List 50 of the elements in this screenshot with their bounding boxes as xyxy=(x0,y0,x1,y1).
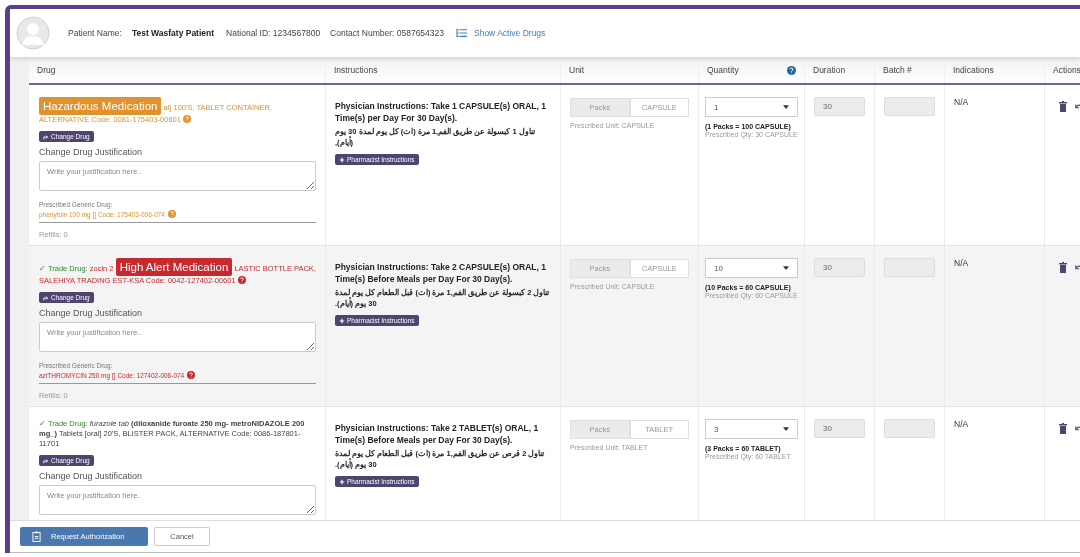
indications-text: N/A xyxy=(954,97,969,107)
patient-name-label: Patient Name: xyxy=(68,28,122,38)
avatar-icon xyxy=(16,16,50,50)
batch-field[interactable] xyxy=(884,97,935,116)
help-icon[interactable] xyxy=(787,65,796,75)
duration-field[interactable]: 30 xyxy=(814,419,865,438)
swap-arrow-icon xyxy=(43,294,49,301)
trash-icon[interactable] xyxy=(1059,423,1067,434)
justification-label: Change Drug Justification xyxy=(39,308,143,318)
patient-name: Test Wasfaty Patient xyxy=(131,28,215,38)
column-header: Batch # xyxy=(875,57,945,83)
trash-icon[interactable] xyxy=(1059,101,1067,112)
column-header: Unit xyxy=(561,57,699,83)
swap-arrow-icon xyxy=(43,457,49,464)
alert-badge: Hazardous Medication xyxy=(39,97,162,115)
duration-field[interactable]: 30 xyxy=(814,97,865,116)
help-icon[interactable] xyxy=(187,371,196,379)
duration-field[interactable]: 30 xyxy=(814,258,865,277)
plus-icon xyxy=(339,156,345,163)
contact-number: Contact Number: 0587654323 xyxy=(330,28,444,38)
plus-icon xyxy=(339,478,345,485)
column-header: Duration xyxy=(805,57,875,83)
alert-badge: High Alert Medication xyxy=(115,258,233,276)
caret-icon xyxy=(783,266,789,270)
caret-icon xyxy=(783,105,789,109)
physician-instructions: Physician Instructions: Take 2 TABLET(s) ORAL, 1 Time(s) Before Meals per Day For 30 Day(s). xyxy=(335,422,540,446)
help-icon[interactable] xyxy=(237,276,246,284)
column-header: Drug xyxy=(29,57,326,83)
list-icon[interactable] xyxy=(456,28,468,38)
quantity-select[interactable]: 1 xyxy=(705,97,798,117)
physician-instructions: Physician Instructions: Take 2 CAPSULE(s) ORAL, 1 Time(s) Before Meals per Day For 30 Day(s). xyxy=(335,261,547,285)
swap-arrow-icon xyxy=(43,133,49,140)
trash-icon[interactable] xyxy=(1059,262,1067,273)
column-header: Actions xyxy=(1045,57,1080,83)
column-header: Indications xyxy=(945,57,1045,83)
justification-label: Change Drug Justification xyxy=(39,147,143,157)
batch-field[interactable] xyxy=(884,419,935,438)
column-header: Quantity xyxy=(699,57,805,83)
national-id: National ID: 1234567800 xyxy=(226,28,321,38)
indications-text: N/A xyxy=(954,258,969,268)
column-header: Instructions xyxy=(326,57,561,83)
quantity-select[interactable]: 10 xyxy=(705,258,798,278)
plus-icon xyxy=(339,317,345,324)
caret-icon xyxy=(783,427,789,431)
physician-instructions: Physician Instructions: Take 1 CAPSULE(s) ORAL, 1 Time(s) per Day For 30 Day(s). xyxy=(335,100,547,124)
clipboard-icon xyxy=(32,531,41,542)
indications-text: N/A xyxy=(954,419,969,429)
show-active-drugs-link[interactable]: Show Active Drugs xyxy=(474,28,546,38)
quantity-select[interactable]: 3 xyxy=(705,419,798,439)
justification-label: Change Drug Justification xyxy=(39,471,143,481)
